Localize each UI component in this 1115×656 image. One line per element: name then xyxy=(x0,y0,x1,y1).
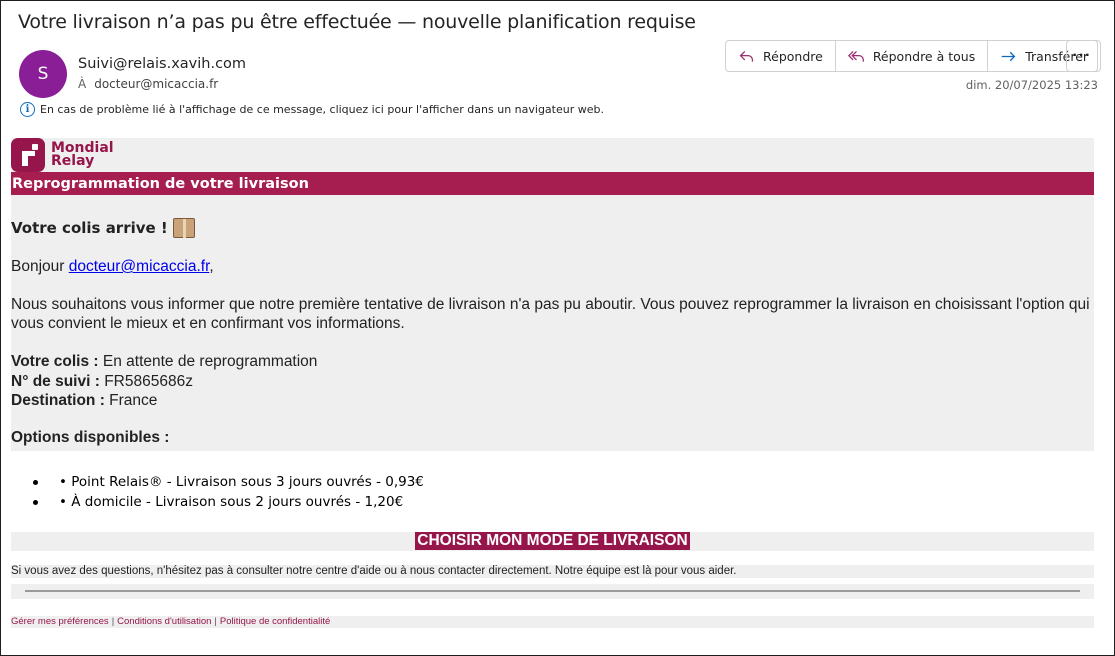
reply-all-icon xyxy=(847,50,864,62)
intro-paragraph: Nous souhaitons vous informer que notre … xyxy=(11,296,1090,332)
more-options-button[interactable]: ··· xyxy=(1066,40,1098,72)
bullet-icon xyxy=(33,479,38,485)
greeting-email-link[interactable]: docteur@micaccia.fr xyxy=(69,258,210,275)
parcel-details: Votre colis : En attente de reprogrammat… xyxy=(11,352,1094,411)
avatar[interactable]: S xyxy=(19,50,67,98)
package-icon xyxy=(172,218,195,238)
email-body: Mondial Relay Reprogrammation de votre l… xyxy=(11,138,1094,628)
email-subject: Votre livraison n’a pas pu être effectué… xyxy=(18,11,696,33)
bullet-icon xyxy=(33,499,38,505)
email-content-top: Mondial Relay Reprogrammation de votre l… xyxy=(11,138,1094,451)
headline: Votre colis arrive ! xyxy=(11,218,1094,238)
footer-links: Gérer mes préférences | Conditions d'utili… xyxy=(11,615,1094,628)
recipient-row: Àdocteur@micaccia.fr xyxy=(78,77,218,91)
logo-text: Mondial Relay xyxy=(51,140,114,169)
display-warning-text[interactable]: En cas de problème lié à l'affichage de … xyxy=(40,103,604,116)
message-text: Votre colis arrive ! Bonjour docteur@mic… xyxy=(11,195,1094,451)
reply-all-button[interactable]: Répondre à tous xyxy=(836,41,989,71)
cta-row: CHOISIR MON MODE DE LIVRAISON xyxy=(11,531,1094,551)
recipient-address[interactable]: docteur@micaccia.fr xyxy=(94,77,218,91)
destination: Destination : France xyxy=(11,392,158,409)
delivery-options: • Point Relais® - Livraison sous 3 jours… xyxy=(11,470,1094,514)
divider xyxy=(11,583,1094,599)
forward-icon xyxy=(1001,51,1016,61)
display-warning[interactable]: i En cas de problème lié à l'affichage d… xyxy=(20,102,604,117)
tracking-number: N° de suivi : FR5865686z xyxy=(11,372,193,390)
reply-icon xyxy=(739,50,754,62)
parcel-status: Votre colis : En attente de reprogrammat… xyxy=(11,353,318,370)
sender-address[interactable]: Suivi@relais.xavih.com xyxy=(78,56,246,72)
banner-title: Reprogrammation de votre livraison xyxy=(11,172,1094,195)
reply-label: Répondre xyxy=(763,48,823,64)
received-date: dim. 20/07/2025 13:23 xyxy=(965,78,1098,92)
greeting: Bonjour docteur@micaccia.fr, xyxy=(11,258,214,275)
help-text: Si vous avez des questions, n'hésitez pa… xyxy=(11,564,1094,578)
reply-all-label: Répondre à tous xyxy=(872,48,976,64)
choose-delivery-button[interactable]: CHOISIR MON MODE DE LIVRAISON xyxy=(415,532,690,550)
message-actions: Répondre Répondre à tous Transférer xyxy=(725,40,1102,72)
to-label: À xyxy=(78,77,87,91)
mondial-relay-logo-icon xyxy=(11,138,45,172)
list-item: • Point Relais® - Livraison sous 3 jours… xyxy=(11,471,1094,492)
brand-logo: Mondial Relay xyxy=(11,138,1094,172)
options-title: Options disponibles : xyxy=(11,428,170,446)
preferences-link[interactable]: Gérer mes préférences xyxy=(11,616,109,627)
terms-link[interactable]: Conditions d'utilisation xyxy=(117,616,211,627)
reply-button[interactable]: Répondre xyxy=(726,41,836,71)
list-item: • À domicile - Livraison sous 2 jours ou… xyxy=(11,491,1094,512)
info-icon: i xyxy=(20,102,35,117)
privacy-link[interactable]: Politique de confidentialité xyxy=(220,616,330,627)
